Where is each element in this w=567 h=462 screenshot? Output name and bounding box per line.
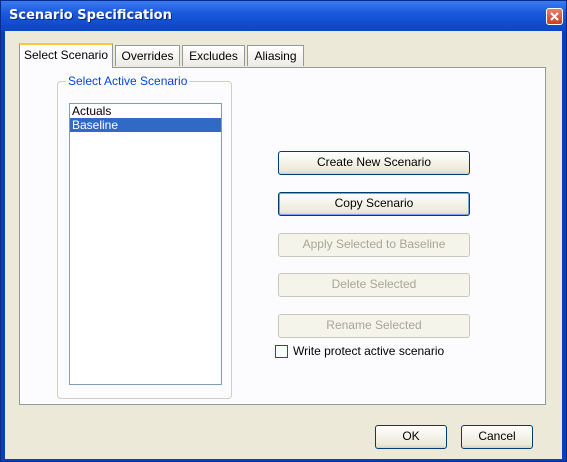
close-button[interactable]: [546, 8, 563, 25]
title-bar[interactable]: Scenario Specification: [1, 1, 566, 31]
ok-button[interactable]: OK: [375, 425, 447, 449]
group-title: Select Active Scenario: [66, 74, 190, 88]
tab-select-scenario[interactable]: Select Scenario: [19, 43, 113, 68]
list-item-baseline[interactable]: Baseline: [70, 118, 221, 132]
rename-selected-button[interactable]: Rename Selected: [278, 314, 470, 338]
cancel-button[interactable]: Cancel: [461, 425, 533, 449]
close-icon: [550, 12, 559, 21]
scenario-list[interactable]: Actuals Baseline: [69, 103, 222, 385]
tab-excludes[interactable]: Excludes: [182, 45, 245, 66]
create-new-scenario-button[interactable]: Create New Scenario: [278, 151, 470, 175]
dialog-title: Scenario Specification: [9, 8, 172, 23]
apply-selected-to-baseline-button[interactable]: Apply Selected to Baseline: [278, 233, 470, 257]
write-protect-checkbox[interactable]: [275, 345, 288, 358]
scenario-specification-dialog: Scenario Specification Select Scenario O…: [0, 0, 567, 462]
copy-scenario-button[interactable]: Copy Scenario: [278, 192, 470, 216]
delete-selected-button[interactable]: Delete Selected: [278, 273, 470, 297]
dialog-body: Select Scenario Overrides Excludes Alias…: [5, 31, 562, 459]
tab-aliasing[interactable]: Aliasing: [247, 45, 304, 66]
write-protect-label: Write protect active scenario: [293, 344, 445, 358]
tab-overrides[interactable]: Overrides: [115, 45, 180, 66]
active-scenario-group: Select Active Scenario Actuals Baseline: [57, 74, 232, 399]
list-item-actuals[interactable]: Actuals: [70, 104, 221, 118]
tab-panel-select-scenario: Select Active Scenario Actuals Baseline …: [19, 67, 546, 405]
